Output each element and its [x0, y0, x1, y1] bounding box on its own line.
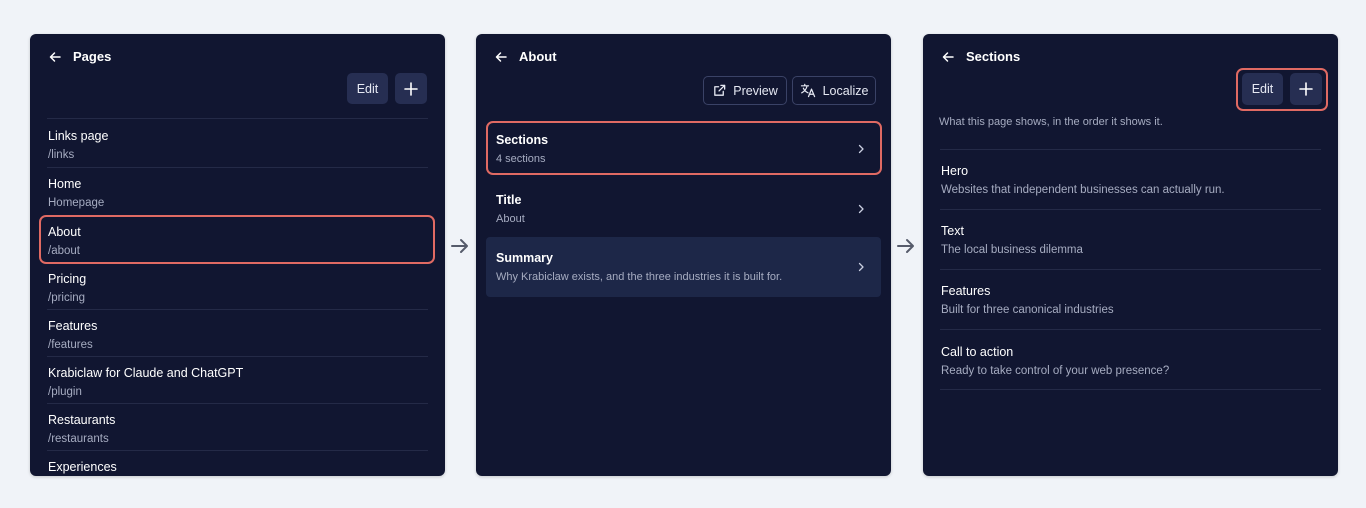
section-list-item[interactable]: Features Built for three canonical indus…	[940, 269, 1321, 317]
chevron-right-icon	[858, 144, 864, 154]
external-link-icon	[714, 84, 726, 96]
section-list-item[interactable]: Call to action Ready to take control of …	[940, 329, 1321, 390]
page-list-item[interactable]: Pricing /pricing	[47, 262, 428, 305]
summary-nav-row[interactable]: Summary Why Krabiclaw exists, and the th…	[486, 237, 881, 297]
localize-label: Localize	[822, 83, 869, 98]
page-list-item-path: /about	[48, 245, 80, 257]
page-list-item-title: Restaurants	[48, 413, 116, 427]
add-page-button[interactable]	[395, 73, 427, 104]
page-list-item-path: /pricing	[48, 292, 86, 304]
section-subtitle: The local business dilemma	[941, 244, 1083, 256]
preview-button[interactable]: Preview	[703, 76, 787, 105]
nav-row-subtitle: Why Krabiclaw exists, and the three indu…	[496, 271, 783, 283]
section-subtitle: Built for three canonical industries	[941, 304, 1114, 316]
page-list-item[interactable]: Krabiclaw for Claude and ChatGPT /plugin	[47, 356, 428, 399]
arrow-left-icon[interactable]	[493, 49, 509, 65]
chevron-right-icon	[858, 262, 864, 272]
arrow-left-icon[interactable]	[940, 49, 956, 65]
about-header: About	[493, 49, 557, 65]
page-list-item-title: Krabiclaw for Claude and ChatGPT	[48, 366, 244, 380]
page-list-item-path: /links	[48, 149, 75, 161]
nav-row-subtitle: 4 sections	[496, 153, 546, 165]
section-title: Call to action	[941, 345, 1014, 359]
page-list-item[interactable]: Restaurants /restaurants	[47, 403, 428, 446]
pages-header: Pages	[47, 49, 111, 65]
page-list-item-about[interactable]: About /about	[47, 215, 428, 258]
page-list-item[interactable]: Experiences	[47, 450, 428, 476]
page-list-item-title: Pricing	[48, 272, 87, 286]
page-title: Sections	[966, 49, 1021, 64]
section-title: Features	[941, 284, 991, 298]
arrow-right-icon	[897, 239, 914, 253]
pages-panel: Pages Edit Links page /links Home Homepa…	[30, 34, 445, 476]
plus-icon	[1299, 82, 1313, 96]
nav-row-title: Summary	[496, 251, 553, 265]
page-list-item-path: Homepage	[48, 197, 105, 209]
page-list-item-path: /restaurants	[48, 433, 109, 445]
sections-header: Sections	[940, 49, 1020, 65]
nav-row-subtitle: About	[496, 213, 525, 225]
title-nav-row[interactable]: Title About	[486, 183, 881, 234]
about-panel: About Preview Localize Sections 4 sectio…	[476, 34, 891, 476]
page-list-item-title: Links page	[48, 129, 109, 143]
translate-icon	[800, 83, 815, 98]
section-title: Text	[941, 224, 964, 238]
arrow-right-icon	[451, 239, 468, 253]
nav-row-title: Sections	[496, 133, 549, 147]
section-list-item[interactable]: Text The local business dilemma	[940, 209, 1321, 257]
page-list-item-path: /plugin	[48, 386, 82, 398]
plus-icon	[404, 81, 418, 96]
add-section-button[interactable]	[1290, 73, 1322, 105]
page-list-item-title: Experiences	[48, 460, 117, 474]
workflow-stage: Pages Edit Links page /links Home Homepa…	[0, 0, 1366, 508]
preview-label: Preview	[733, 83, 778, 98]
page-list-item[interactable]: Features /features	[47, 309, 428, 352]
section-subtitle: Ready to take control of your web presen…	[941, 365, 1170, 377]
nav-row-title: Title	[496, 193, 522, 207]
page-list-item-title: Features	[48, 319, 98, 333]
page-title: About	[519, 49, 557, 64]
sections-panel: Sections Edit What this page shows, in t…	[923, 34, 1338, 476]
sections-nav-row[interactable]: Sections 4 sections	[486, 123, 881, 174]
section-subtitle: Websites that independent businesses can…	[941, 184, 1225, 196]
page-list-item-title: About	[48, 225, 81, 239]
page-list-item-path: /features	[48, 339, 93, 351]
chevron-right-icon	[858, 204, 864, 214]
page-list-item[interactable]: Home Homepage	[47, 167, 428, 210]
page-list-item[interactable]: Links page /links	[47, 118, 428, 162]
edit-button[interactable]: Edit	[347, 73, 388, 104]
localize-button[interactable]: Localize	[792, 76, 876, 105]
section-title: Hero	[941, 164, 969, 178]
edit-button[interactable]: Edit	[1242, 73, 1283, 105]
section-list-item[interactable]: Hero Websites that independent businesse…	[940, 149, 1321, 197]
page-title: Pages	[73, 49, 112, 64]
arrow-left-icon[interactable]	[47, 49, 63, 65]
sections-description: What this page shows, in the order it sh…	[939, 116, 1163, 128]
page-list-item-title: Home	[48, 177, 82, 191]
